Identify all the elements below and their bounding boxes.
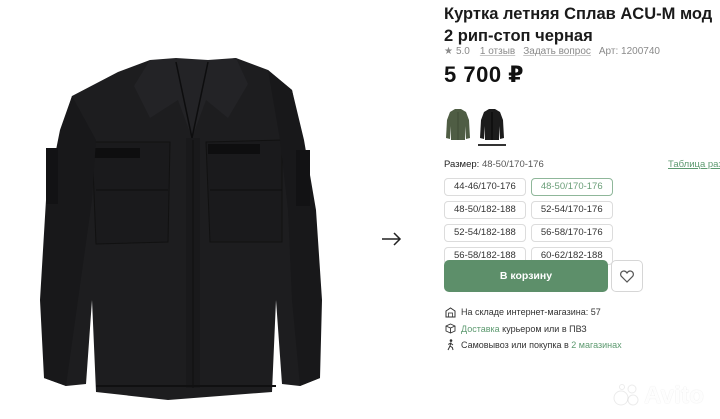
arrow-right-icon[interactable]: [380, 228, 404, 250]
watermark-text: Avito: [644, 382, 705, 409]
size-option[interactable]: 48-50/182-188: [444, 201, 526, 219]
avito-watermark: Avito: [612, 378, 716, 412]
color-swatch-black[interactable]: [478, 104, 506, 146]
product-meta: ★ 5.0 1 отзыв Задать вопрос Арт: 1200740: [444, 44, 660, 58]
color-swatches: [444, 104, 506, 146]
walking-person-icon: [444, 339, 456, 351]
favorite-button[interactable]: [611, 260, 643, 292]
reviews-link[interactable]: 1 отзыв: [480, 46, 515, 57]
avito-logo-icon: [613, 384, 639, 406]
product-photo[interactable]: [0, 0, 402, 419]
pickup-row: Самовывоз или покупка в 2 магазинах: [444, 337, 720, 353]
rating-value: 5.0: [455, 45, 470, 57]
stock-row: На складе интернет-магазина: 57: [444, 304, 720, 320]
delivery-link[interactable]: Доставка: [461, 324, 500, 334]
pickup-text: Самовывоз или покупка в: [461, 340, 569, 350]
stock-text: На складе интернет-магазина: 57: [461, 307, 601, 317]
article-number: Арт: 1200740: [598, 45, 660, 57]
warehouse-icon: [444, 306, 456, 318]
jacket-image: [40, 58, 322, 400]
ask-question-link[interactable]: Задать вопрос: [523, 46, 591, 57]
box-icon: [444, 323, 456, 335]
product-title: Куртка летняя Сплав ACU-M мод 2 рип-стоп…: [444, 5, 713, 45]
size-options: 44-46/170-176 48-50/170-176 48-50/182-18…: [444, 178, 684, 265]
product-price: 5 700 ₽: [444, 62, 524, 87]
size-option[interactable]: 52-54/182-188: [444, 224, 526, 242]
size-option[interactable]: 52-54/170-176: [530, 201, 613, 219]
star-icon: ★: [444, 45, 453, 57]
size-option[interactable]: 56-58/170-176: [530, 224, 613, 242]
size-selected-value: 48-50/170-176: [481, 159, 544, 170]
delivery-text: курьером или в ПВЗ: [502, 323, 587, 334]
delivery-row: Доставка курьером или в ПВЗ: [444, 321, 720, 337]
availability-features: На складе интернет-магазина: 57 Доставка…: [444, 304, 720, 353]
heart-icon: [620, 269, 634, 283]
add-to-cart-button[interactable]: В корзину: [444, 260, 608, 292]
size-option[interactable]: 44-46/170-176: [444, 178, 526, 196]
color-swatch-olive[interactable]: [444, 104, 472, 146]
stores-link[interactable]: 2 магазинах: [571, 340, 621, 350]
size-option-selected[interactable]: 48-50/170-176: [530, 178, 613, 196]
size-label: Размер: 48-50/170-176: [444, 159, 544, 170]
size-label-text: Размер:: [444, 159, 480, 170]
size-table-link[interactable]: Таблица разм: [668, 159, 720, 170]
